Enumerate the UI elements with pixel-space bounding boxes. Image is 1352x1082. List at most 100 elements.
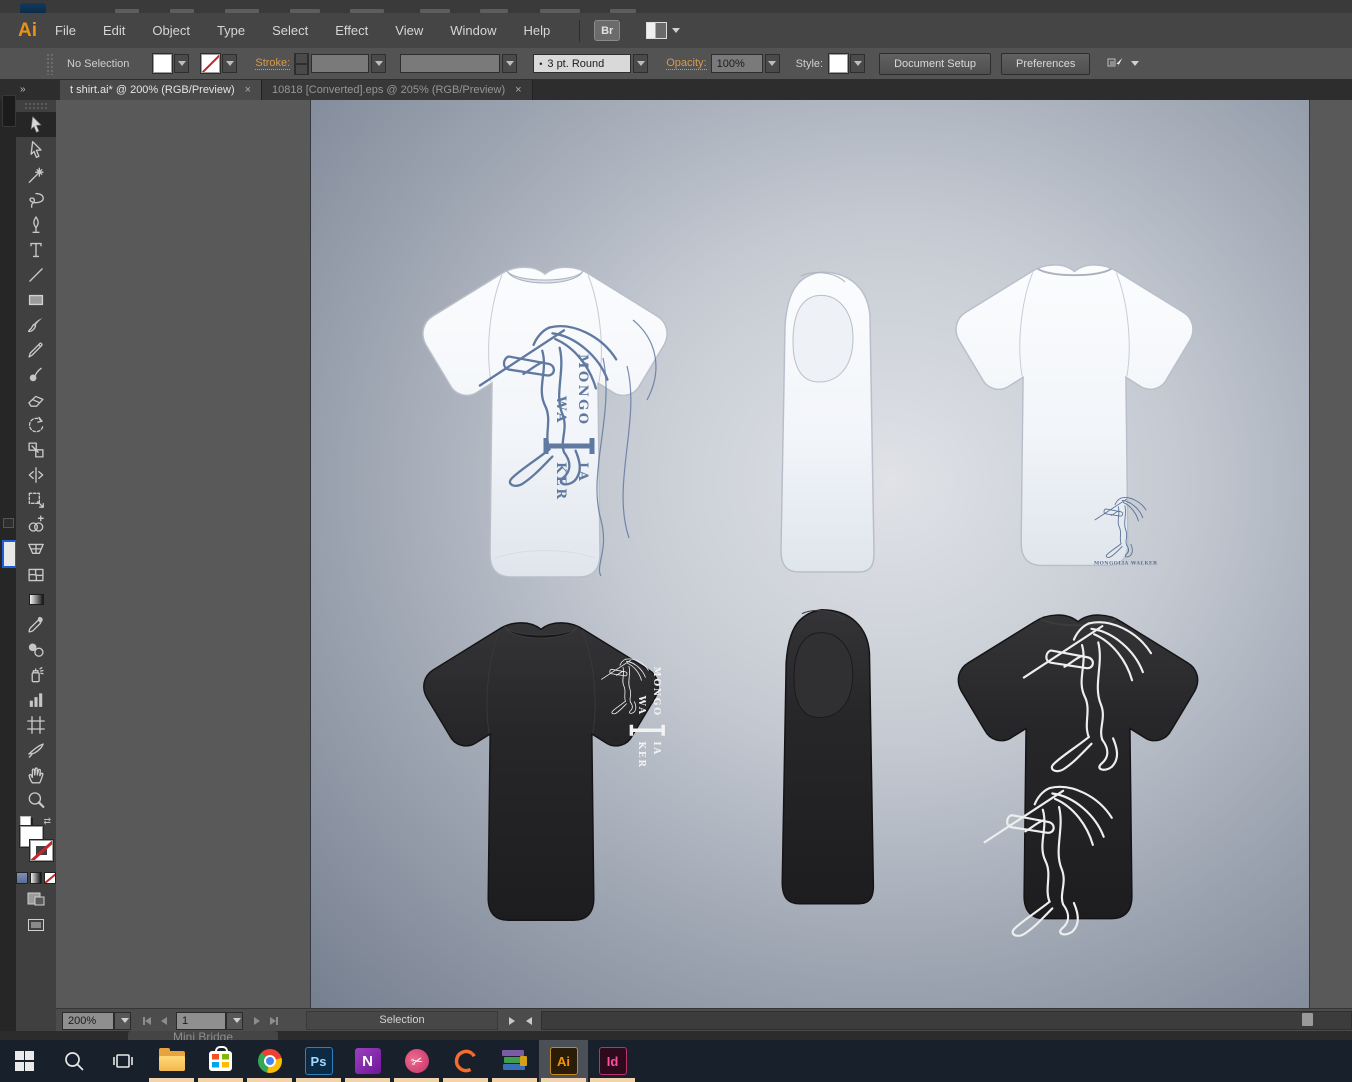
taskbar-search-button[interactable] xyxy=(49,1040,98,1082)
fill-color-swatch[interactable] xyxy=(153,54,172,73)
eraser-tool[interactable] xyxy=(16,387,56,412)
rectangle-tool[interactable] xyxy=(16,287,56,312)
stroke-color-swatch[interactable] xyxy=(201,54,220,73)
profile-dropdown[interactable] xyxy=(633,54,648,73)
pen-tool[interactable] xyxy=(16,212,56,237)
origin-button[interactable] xyxy=(441,1040,490,1082)
none-button[interactable] xyxy=(44,872,56,884)
opacity-label[interactable]: Opacity: xyxy=(666,57,706,70)
lasso-tool[interactable] xyxy=(16,187,56,212)
scroll-left-button[interactable] xyxy=(521,1014,536,1028)
stroke-label[interactable]: Stroke: xyxy=(255,57,290,70)
style-dropdown[interactable] xyxy=(850,54,865,73)
onenote-button[interactable]: N xyxy=(343,1040,392,1082)
previous-artboard-button[interactable] xyxy=(156,1014,171,1028)
selection-tool[interactable] xyxy=(16,112,56,137)
bridge-button[interactable]: Br xyxy=(594,20,620,41)
artboard-image[interactable]: MONGO WA IA KER xyxy=(310,100,1310,1008)
zoom-tool[interactable] xyxy=(16,787,56,812)
stroke-weight-field[interactable] xyxy=(311,54,369,73)
next-artboard-button[interactable] xyxy=(249,1014,264,1028)
menu-edit[interactable]: Edit xyxy=(103,23,125,38)
swap-fill-stroke-icon[interactable]: ⇄ xyxy=(43,816,51,827)
rotate-tool[interactable] xyxy=(16,412,56,437)
line-segment-tool[interactable] xyxy=(16,262,56,287)
first-artboard-button[interactable] xyxy=(139,1014,154,1028)
menu-view[interactable]: View xyxy=(395,23,423,38)
shape-builder-tool[interactable] xyxy=(16,512,56,537)
paintbrush-tool[interactable] xyxy=(16,312,56,337)
opacity-dropdown[interactable] xyxy=(765,54,780,73)
menu-effect[interactable]: Effect xyxy=(335,23,368,38)
variable-width-profile-field[interactable]: • 3 pt. Round xyxy=(533,54,631,73)
menu-window[interactable]: Window xyxy=(450,23,496,38)
status-options-button[interactable] xyxy=(504,1014,519,1028)
drawing-mode-button[interactable] xyxy=(16,888,56,910)
width-tool[interactable] xyxy=(16,462,56,487)
last-artboard-button[interactable] xyxy=(266,1014,281,1028)
document-tab-tshirt[interactable]: t shirt.ai* @ 200% (RGB/Preview) × xyxy=(60,80,262,100)
blob-brush-tool[interactable] xyxy=(16,362,56,387)
zoom-level-field[interactable]: 200% xyxy=(62,1012,114,1030)
fill-color-dropdown[interactable] xyxy=(174,54,189,73)
default-fill-stroke-button[interactable] xyxy=(20,816,31,826)
document-canvas[interactable]: MONGO WA IA KER xyxy=(56,100,1352,1008)
minibridge-tab[interactable]: Mini Bridge xyxy=(128,1031,278,1040)
scrollbar-thumb[interactable] xyxy=(1302,1013,1313,1026)
menu-select[interactable]: Select xyxy=(272,23,308,38)
free-transform-tool[interactable] xyxy=(16,487,56,512)
microsoft-store-button[interactable] xyxy=(196,1040,245,1082)
artboard-tool[interactable] xyxy=(16,712,56,737)
menu-object[interactable]: Object xyxy=(152,23,190,38)
document-tab-converted-eps[interactable]: 10818 [Converted].eps @ 205% (RGB/Previe… xyxy=(262,80,533,100)
eyedropper-tool[interactable] xyxy=(16,612,56,637)
scale-tool[interactable] xyxy=(16,437,56,462)
slice-tool[interactable] xyxy=(16,737,56,762)
brush-definition-dropdown[interactable] xyxy=(502,54,517,73)
close-icon[interactable]: × xyxy=(515,84,521,96)
horizontal-scrollbar[interactable] xyxy=(541,1011,1352,1030)
align-options[interactable] xyxy=(1106,55,1139,73)
indesign-button[interactable]: Id xyxy=(588,1040,637,1082)
perspective-grid-tool[interactable] xyxy=(16,537,56,562)
stroke-weight-stepper[interactable] xyxy=(294,53,309,75)
direct-selection-tool[interactable] xyxy=(16,137,56,162)
menu-file[interactable]: File xyxy=(55,23,76,38)
start-button[interactable] xyxy=(0,1040,49,1082)
document-setup-button[interactable]: Document Setup xyxy=(879,53,991,75)
gradient-tool[interactable] xyxy=(16,587,56,612)
hand-tool[interactable] xyxy=(16,762,56,787)
close-icon[interactable]: × xyxy=(245,84,251,96)
task-view-button[interactable] xyxy=(98,1040,147,1082)
tools-panel-collapse[interactable]: » xyxy=(16,79,60,100)
photoshop-button[interactable]: Ps xyxy=(294,1040,343,1082)
workspace-switcher[interactable] xyxy=(646,22,680,39)
opacity-field[interactable]: 100% xyxy=(711,54,763,73)
tools-panel-grip[interactable] xyxy=(24,102,48,110)
menu-type[interactable]: Type xyxy=(217,23,245,38)
screen-mode-button[interactable] xyxy=(16,914,56,936)
pencil-tool[interactable] xyxy=(16,337,56,362)
menu-help[interactable]: Help xyxy=(523,23,550,38)
file-explorer-button[interactable] xyxy=(147,1040,196,1082)
blend-tool[interactable] xyxy=(16,637,56,662)
brush-definition-field[interactable] xyxy=(400,54,500,73)
illustrator-button[interactable]: Ai xyxy=(539,1040,588,1082)
color-button[interactable] xyxy=(16,872,28,884)
stroke-weight-dropdown[interactable] xyxy=(371,54,386,73)
panel-grip[interactable] xyxy=(46,53,53,75)
style-swatch[interactable] xyxy=(829,54,848,73)
mesh-tool[interactable] xyxy=(16,562,56,587)
stroke-color-dropdown[interactable] xyxy=(222,54,237,73)
artboard-number-field[interactable]: 1 xyxy=(176,1012,226,1030)
status-display[interactable]: Selection xyxy=(306,1011,498,1030)
preferences-button[interactable]: Preferences xyxy=(1001,53,1090,75)
stroke-swatch[interactable] xyxy=(30,840,53,861)
column-graph-tool[interactable] xyxy=(16,687,56,712)
gradient-button[interactable] xyxy=(30,872,42,884)
magic-wand-tool[interactable] xyxy=(16,162,56,187)
type-tool[interactable] xyxy=(16,237,56,262)
chrome-button[interactable] xyxy=(245,1040,294,1082)
zoom-level-dropdown[interactable] xyxy=(114,1012,131,1030)
symbol-sprayer-tool[interactable] xyxy=(16,662,56,687)
